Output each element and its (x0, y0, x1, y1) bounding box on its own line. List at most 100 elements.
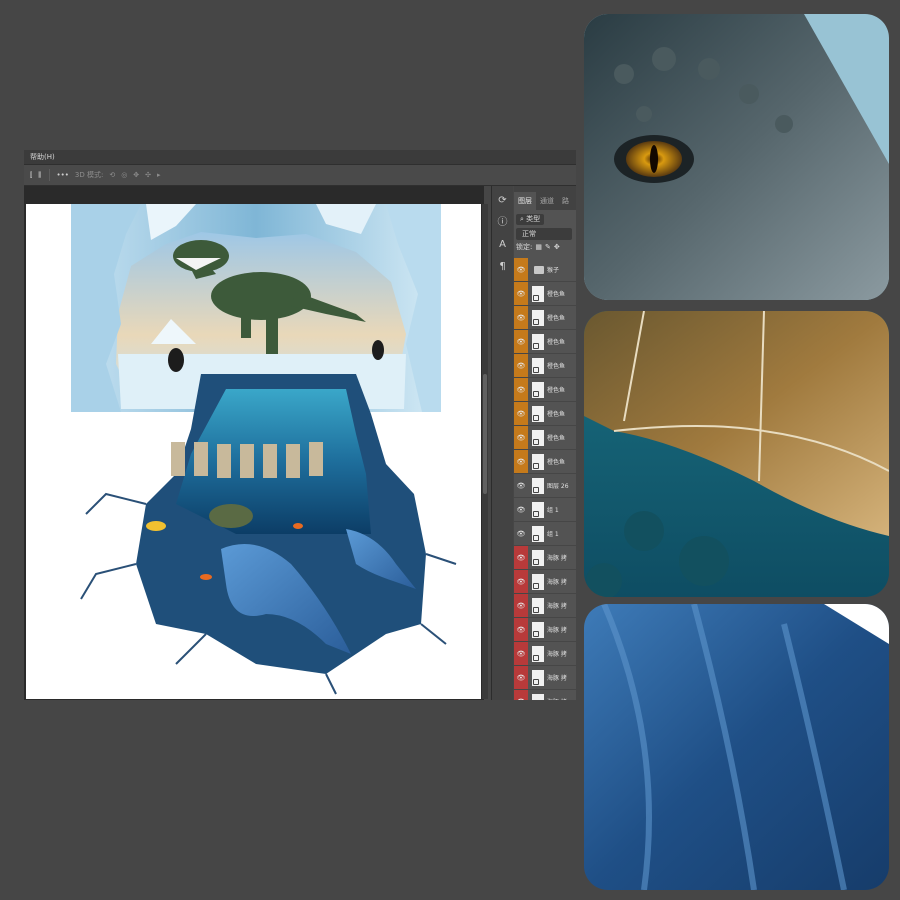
smart-object-icon (533, 462, 539, 469)
canvas-scrollbar-thumb[interactable] (483, 374, 487, 494)
dinosaur-eye-closeup (584, 14, 889, 300)
smart-object-icon (533, 510, 539, 517)
visibility-eye-icon[interactable]: 👁 (514, 282, 528, 305)
smart-object-icon (533, 534, 539, 541)
layer-row[interactable]: 👁 海豚 拷 (514, 618, 576, 642)
menu-bar: 帮助(H) (24, 150, 576, 164)
visibility-eye-icon[interactable]: 👁 (514, 474, 528, 497)
layer-list: 👁 猴子 👁 橙色鱼 👁 橙色鱼 👁 橙色鱼 👁 橙色鱼 👁 橙色鱼 👁 橙色鱼 👁 橙色鱼 👁 橙色鱼 👁 图层 2… (514, 258, 576, 700)
layer-filter-row: ⌕ 类型 (514, 212, 576, 226)
tab-paths[interactable]: 路 (558, 192, 573, 210)
visibility-eye-icon[interactable]: 👁 (514, 402, 528, 425)
paragraph-icon[interactable]: ¶ (496, 260, 510, 274)
tab-channels[interactable]: 通道 (536, 192, 558, 210)
layer-name: 橙色鱼 (547, 459, 566, 466)
layer-thumbnail (532, 597, 544, 614)
layer-name: 海豚 拷 (547, 579, 567, 586)
layer-row[interactable]: 👁 海豚 拷 (514, 690, 576, 700)
layer-filter-select[interactable]: ⌕ 类型 (516, 213, 545, 225)
layer-row[interactable]: 👁 组 1 (514, 522, 576, 546)
layer-row[interactable]: 👁 海豚 拷 (514, 666, 576, 690)
visibility-eye-icon[interactable]: 👁 (514, 618, 528, 641)
3d-mode-label: 3D 模式: (74, 171, 104, 179)
more-options-button[interactable]: ••• (56, 171, 68, 179)
layer-row[interactable]: 👁 组 1 (514, 498, 576, 522)
layer-row[interactable]: 👁 橙色鱼 (514, 330, 576, 354)
visibility-eye-icon[interactable]: 👁 (514, 642, 528, 665)
layer-row[interactable]: 👁 猴子 (514, 258, 576, 282)
layer-row[interactable]: 👁 海豚 拷 (514, 546, 576, 570)
visibility-eye-icon[interactable]: 👁 (514, 570, 528, 593)
document-canvas[interactable] (26, 204, 481, 699)
menu-help[interactable]: 帮助(H) (30, 153, 55, 161)
layer-name: 橙色鱼 (547, 387, 566, 394)
layers-panel: 图层 通道 路 ⌕ 类型 正常 锁定: ▦ ✎ ✥ 👁 猴子 👁 橙色鱼 👁 橙色鱼 👁 橙色… (514, 186, 576, 700)
visibility-eye-icon[interactable]: 👁 (514, 546, 528, 569)
layer-thumbnail (532, 285, 544, 302)
align-left-icon[interactable]: ⫿ (30, 171, 32, 180)
layer-row[interactable]: 👁 橙色鱼 (514, 354, 576, 378)
layer-row[interactable]: 👁 橙色鱼 (514, 282, 576, 306)
layer-thumbnail (532, 621, 544, 638)
layer-row[interactable]: 👁 海豚 拷 (514, 570, 576, 594)
folder-icon (534, 265, 544, 274)
layer-thumbnail (532, 669, 544, 686)
visibility-eye-icon[interactable]: 👁 (514, 354, 528, 377)
align-center-icon[interactable]: ⫼ (38, 171, 41, 180)
visibility-eye-icon[interactable]: 👁 (514, 378, 528, 401)
layer-row[interactable]: 👁 橙色鱼 (514, 450, 576, 474)
visibility-eye-icon[interactable]: 👁 (514, 498, 528, 521)
visibility-eye-icon[interactable]: 👁 (514, 426, 528, 449)
visibility-eye-icon[interactable]: 👁 (514, 258, 528, 281)
3d-roll-icon[interactable]: ◎ (121, 171, 127, 179)
layer-name: 橙色鱼 (547, 411, 566, 418)
layer-row[interactable]: 👁 橙色鱼 (514, 402, 576, 426)
lock-move-icon[interactable]: ✥ (554, 240, 560, 254)
visibility-eye-icon[interactable]: 👁 (514, 330, 528, 353)
smart-object-icon (533, 318, 539, 325)
options-bar: ⫿ ⫼ ••• 3D 模式: ⟲ ◎ ✥ ✣ ▸ (24, 164, 576, 186)
layer-thumbnail (532, 429, 544, 446)
layer-row[interactable]: 👁 橙色鱼 (514, 306, 576, 330)
smart-object-icon (533, 558, 539, 565)
layer-thumbnail (532, 645, 544, 662)
visibility-eye-icon[interactable]: 👁 (514, 594, 528, 617)
smart-object-icon (533, 294, 539, 301)
history-icon[interactable]: ⟳ (496, 194, 510, 208)
visibility-eye-icon[interactable]: 👁 (514, 666, 528, 689)
dolphin-skin-closeup (584, 604, 889, 890)
canvas-scrollbar[interactable] (482, 204, 488, 699)
layer-name: 组 1 (547, 531, 559, 538)
3d-pan-icon[interactable]: ✥ (133, 171, 139, 179)
layer-row[interactable]: 👁 橙色鱼 (514, 378, 576, 402)
3d-scale-icon[interactable]: ▸ (157, 171, 161, 179)
info-icon[interactable]: ⓘ (496, 216, 510, 230)
lock-transparency-icon[interactable]: ▦ (535, 240, 542, 254)
layer-row[interactable]: 👁 图层 26 (514, 474, 576, 498)
layer-name: 橙色鱼 (547, 363, 566, 370)
layer-name: 图层 26 (547, 483, 569, 490)
visibility-eye-icon[interactable]: 👁 (514, 450, 528, 473)
blend-mode-select[interactable]: 正常 (516, 228, 572, 240)
3d-rotate-icon[interactable]: ⟲ (109, 171, 115, 179)
layer-row[interactable]: 👁 橙色鱼 (514, 426, 576, 450)
tab-layers[interactable]: 图层 (514, 192, 536, 210)
3d-slide-icon[interactable]: ✣ (145, 171, 151, 179)
smart-object-icon (533, 582, 539, 589)
layer-name: 海豚 拷 (547, 651, 567, 658)
character-icon[interactable]: A (496, 238, 510, 252)
turtle-shell-closeup (584, 311, 889, 597)
lock-paint-icon[interactable]: ✎ (545, 240, 551, 254)
layer-row[interactable]: 👁 海豚 拷 (514, 642, 576, 666)
layer-thumbnail (532, 453, 544, 470)
photo-dinosaur-eye (584, 14, 889, 300)
layer-name: 海豚 拷 (547, 555, 567, 562)
layer-thumbnail (532, 477, 544, 494)
visibility-eye-icon[interactable]: 👁 (514, 690, 528, 700)
layer-thumbnail (532, 573, 544, 590)
layer-name: 组 1 (547, 507, 559, 514)
visibility-eye-icon[interactable]: 👁 (514, 522, 528, 545)
layer-name: 海豚 拷 (547, 697, 567, 700)
layer-row[interactable]: 👁 海豚 拷 (514, 594, 576, 618)
visibility-eye-icon[interactable]: 👁 (514, 306, 528, 329)
